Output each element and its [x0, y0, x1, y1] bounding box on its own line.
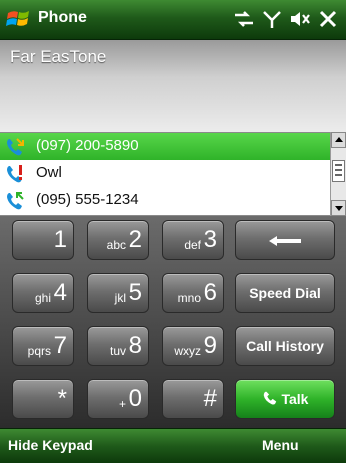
key-1[interactable]: 1 — [12, 220, 74, 260]
missed-call-icon — [4, 163, 26, 185]
talk-label: Talk — [281, 391, 309, 407]
key-6[interactable]: mno 6 — [162, 273, 224, 313]
backspace-arrow-icon — [265, 232, 305, 248]
key-0[interactable]: + 0 — [87, 379, 149, 419]
backspace-button[interactable] — [235, 220, 335, 260]
data-connection-icon[interactable] — [232, 8, 256, 30]
key-star[interactable]: * — [12, 379, 74, 419]
key-9[interactable]: wxyz 9 — [162, 326, 224, 366]
list-item[interactable]: (097) 200-5890 — [0, 133, 330, 160]
windows-flag-icon[interactable] — [6, 7, 32, 31]
menu-softkey[interactable]: Menu — [262, 437, 299, 453]
call-history-button[interactable]: Call History — [235, 326, 335, 366]
carrier-name: Far EasTone — [10, 47, 107, 66]
hide-keypad-softkey[interactable]: Hide Keypad — [8, 437, 93, 453]
scroll-down-icon[interactable] — [331, 200, 346, 216]
scroll-thumb[interactable] — [332, 160, 345, 182]
scroll-up-icon[interactable] — [331, 132, 346, 148]
volume-icon[interactable] — [288, 8, 312, 30]
app-title: Phone — [38, 9, 87, 26]
incoming-call-icon — [4, 136, 26, 158]
key-hash[interactable]: # — [162, 379, 224, 419]
key-4[interactable]: ghi 4 — [12, 273, 74, 313]
list-scrollbar[interactable] — [330, 132, 346, 216]
dial-keypad: 1 abc 2 def 3 ghi 4 jkl 5 mno 6 Speed Di… — [0, 216, 346, 428]
title-bar: Phone — [0, 0, 346, 40]
signal-icon[interactable] — [260, 8, 284, 30]
talk-button[interactable]: Talk — [235, 379, 335, 419]
key-7[interactable]: pqrs 7 — [12, 326, 74, 366]
outgoing-call-icon — [4, 190, 26, 212]
key-5[interactable]: jkl 5 — [87, 273, 149, 313]
key-8[interactable]: tuv 8 — [87, 326, 149, 366]
key-2[interactable]: abc 2 — [87, 220, 149, 260]
speed-dial-button[interactable]: Speed Dial — [235, 273, 335, 313]
soft-key-bar: Hide Keypad Menu — [0, 428, 346, 463]
carrier-info-area: Far EasTone — [0, 40, 346, 132]
list-item[interactable]: (095) 555-1234 — [0, 187, 330, 214]
recent-calls-list[interactable]: (097) 200-5890 Owl (095) 555-1234 — [0, 132, 330, 216]
close-icon[interactable] — [316, 8, 340, 30]
list-item[interactable]: Owl — [0, 160, 330, 187]
phone-handset-icon — [262, 391, 282, 407]
key-3[interactable]: def 3 — [162, 220, 224, 260]
